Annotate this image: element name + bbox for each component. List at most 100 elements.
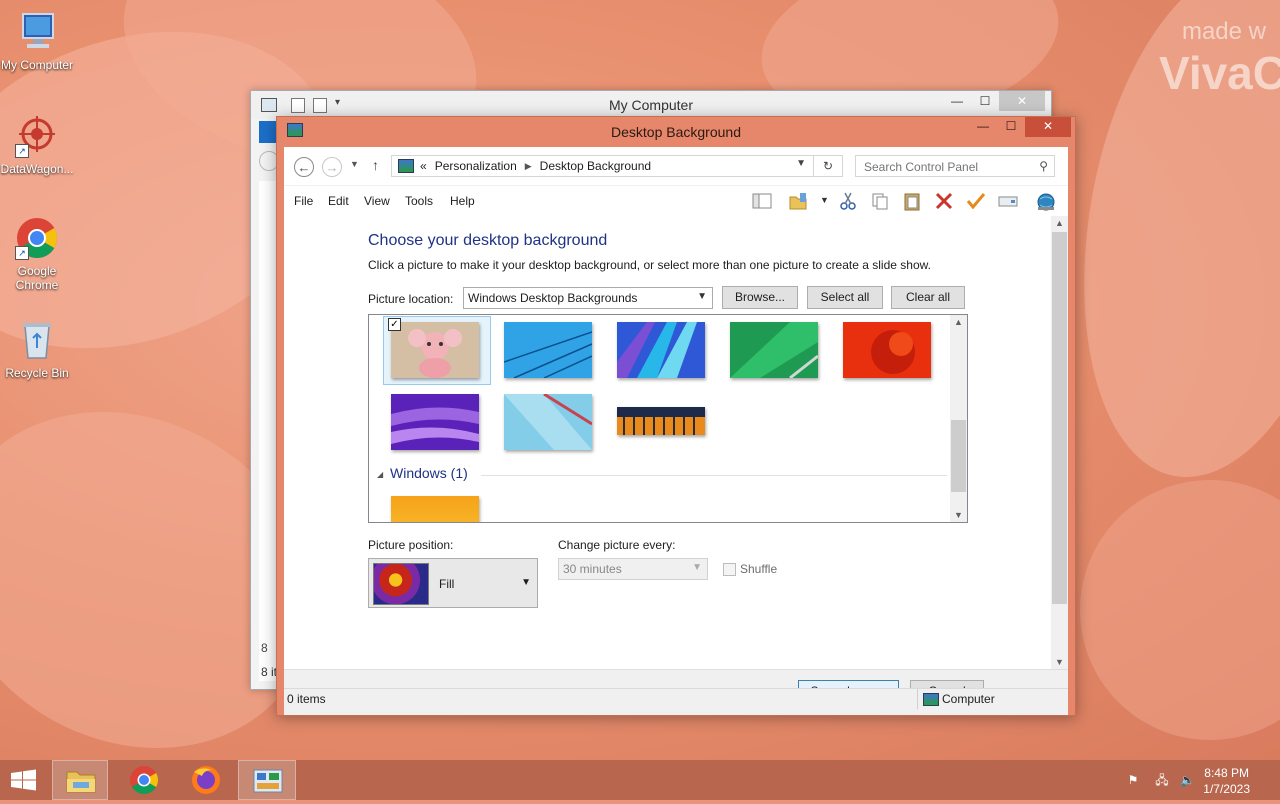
picture-location-select[interactable]: Windows Desktop Backgrounds ▼: [463, 287, 713, 309]
computer-icon: [923, 693, 939, 706]
drive-icon[interactable]: [997, 191, 1019, 211]
breadcrumb-desktop-background[interactable]: Desktop Background: [540, 159, 651, 173]
wallpaper-thumb-blue-petals[interactable]: [617, 322, 705, 378]
window-controls: — ☐ ✕: [969, 117, 1071, 137]
picture-position-preview: [373, 563, 429, 605]
chrome-icon: [130, 766, 158, 794]
minimize-button[interactable]: —: [943, 91, 971, 111]
recycle-bin-icon: [15, 318, 59, 362]
refresh-button[interactable]: ↻: [813, 156, 842, 176]
desktop-icon-label: My Computer: [0, 58, 74, 72]
taskbar-firefox[interactable]: [178, 760, 234, 800]
menu-file[interactable]: File: [294, 194, 313, 208]
shuffle-option[interactable]: Shuffle: [723, 562, 777, 576]
shuffle-checkbox[interactable]: [723, 562, 736, 576]
firefox-icon: [192, 766, 220, 794]
start-button[interactable]: [0, 760, 48, 800]
status-bar: 0 items Computer: [284, 688, 1068, 709]
desktop-icon-datawagon[interactable]: ↗ DataWagon...: [0, 114, 74, 176]
group-header-windows[interactable]: Windows (1): [390, 465, 468, 481]
search-icon[interactable]: ⚲: [1039, 159, 1048, 173]
network-icon[interactable]: 🖧: [1155, 773, 1169, 787]
status-divider: [917, 689, 918, 709]
wallpaper-thumb-city[interactable]: [617, 407, 705, 435]
search-box[interactable]: ⚲: [855, 155, 1055, 177]
wallpaper-gallery[interactable]: ✓ ◢ Windows (1) ▲ ▼: [368, 314, 968, 523]
change-picture-select[interactable]: 30 minutes ▼: [558, 558, 708, 580]
desktop-icon-recycle-bin[interactable]: Recycle Bin: [0, 318, 74, 380]
forward-button[interactable]: →: [322, 157, 342, 177]
action-center-flag-icon[interactable]: ⚑: [1126, 773, 1140, 787]
gallery-scrollbar[interactable]: ▲ ▼: [950, 315, 967, 522]
close-button[interactable]: ✕: [1025, 117, 1071, 137]
clear-all-button[interactable]: Clear all: [891, 286, 965, 309]
recent-pages-chevron-icon[interactable]: ▼: [350, 159, 359, 169]
page-title: Choose your desktop background: [368, 232, 608, 249]
desktop-icon-google-chrome[interactable]: ↗ Google Chrome: [0, 216, 74, 292]
breadcrumb-personalization[interactable]: Personalization: [435, 159, 517, 173]
clock[interactable]: 8:48 PM 1/7/2023: [1203, 765, 1250, 797]
wallpaper-thumb-cartoon[interactable]: [391, 322, 479, 378]
wallpaper-thumb-green[interactable]: [730, 322, 819, 380]
globe-icon[interactable]: [1035, 191, 1057, 211]
search-input[interactable]: [862, 157, 1036, 177]
wallpaper-thumb-red[interactable]: [843, 322, 931, 378]
scroll-down-icon[interactable]: ▼: [1051, 657, 1068, 667]
menu-edit[interactable]: Edit: [328, 194, 349, 208]
menu-bar: File Edit View Tools Help ▼: [284, 186, 1068, 217]
desktop-background-window[interactable]: Desktop Background — ☐ ✕ ← → ▼ ↑ « Perso…: [276, 116, 1076, 716]
wallpaper-thumb-blue-lines[interactable]: [503, 322, 593, 379]
collapse-group-icon[interactable]: ◢: [377, 470, 383, 479]
paste-icon[interactable]: [901, 191, 923, 211]
up-arrow-icon[interactable]: ↑: [372, 157, 379, 173]
select-all-button[interactable]: Select all: [807, 286, 883, 309]
taskbar-control-panel[interactable]: [238, 760, 296, 800]
picture-position-select[interactable]: Fill ▼: [368, 558, 538, 608]
minimize-button[interactable]: —: [969, 117, 997, 137]
scroll-up-icon[interactable]: ▲: [1051, 218, 1068, 228]
title-bar[interactable]: ▾ My Computer — ☐ ✕: [251, 91, 1051, 119]
taskbar-file-explorer[interactable]: [52, 760, 108, 800]
page-scrollbar[interactable]: ▲ ▼: [1051, 216, 1068, 669]
wallpaper-checkbox-checked[interactable]: ✓: [388, 318, 401, 331]
maximize-button[interactable]: ☐: [997, 117, 1025, 137]
content-pane: Choose your desktop background Click a p…: [284, 216, 1068, 669]
menu-help[interactable]: Help: [450, 194, 475, 208]
maximize-button[interactable]: ☐: [971, 91, 999, 111]
desktop-icon-label: Google Chrome: [15, 264, 59, 292]
cut-icon[interactable]: [837, 191, 859, 211]
delete-icon[interactable]: [933, 191, 955, 211]
scroll-down-icon[interactable]: ▼: [950, 510, 967, 520]
change-picture-value: 30 minutes: [563, 562, 622, 576]
scrollbar-thumb[interactable]: [951, 420, 966, 492]
side-fragment-text: 8: [261, 641, 268, 655]
breadcrumb-separator-icon[interactable]: ▶: [525, 161, 532, 172]
wallpaper-thumb-windows-yellow[interactable]: [391, 496, 479, 522]
menu-tools[interactable]: Tools: [405, 194, 433, 208]
scrollbar-thumb[interactable]: [1052, 232, 1067, 604]
desktop-icon-my-computer[interactable]: My Computer: [0, 10, 74, 72]
chevron-down-icon[interactable]: ▼: [820, 195, 829, 205]
folder-options-icon[interactable]: [787, 191, 809, 211]
clock-date: 1/7/2023: [1203, 782, 1250, 796]
close-button[interactable]: ✕: [999, 91, 1045, 111]
breadcrumb-prefix[interactable]: «: [420, 159, 427, 173]
back-button[interactable]: ←: [294, 157, 314, 177]
taskbar: ⚑ 🖧 🔈 8:48 PM 1/7/2023: [0, 760, 1280, 800]
layout-pane-icon[interactable]: [751, 191, 773, 211]
chevron-down-icon: ▼: [521, 577, 531, 588]
window-title: My Computer: [608, 97, 694, 113]
wallpaper-thumb-light-blue[interactable]: [504, 392, 593, 450]
status-location: Computer: [942, 692, 995, 706]
address-dropdown-icon[interactable]: ▼: [796, 158, 806, 169]
taskbar-chrome[interactable]: [116, 760, 172, 800]
properties-check-icon[interactable]: [965, 191, 987, 211]
wallpaper-thumb-purple[interactable]: [391, 394, 479, 450]
volume-icon[interactable]: 🔈: [1180, 773, 1195, 787]
scroll-up-icon[interactable]: ▲: [950, 317, 967, 327]
copy-icon[interactable]: [869, 191, 891, 211]
title-bar[interactable]: Desktop Background — ☐ ✕: [277, 117, 1075, 145]
address-bar[interactable]: « Personalization ▶ Desktop Background ▼…: [391, 155, 843, 177]
menu-view[interactable]: View: [364, 194, 390, 208]
browse-button[interactable]: Browse...: [722, 286, 798, 309]
